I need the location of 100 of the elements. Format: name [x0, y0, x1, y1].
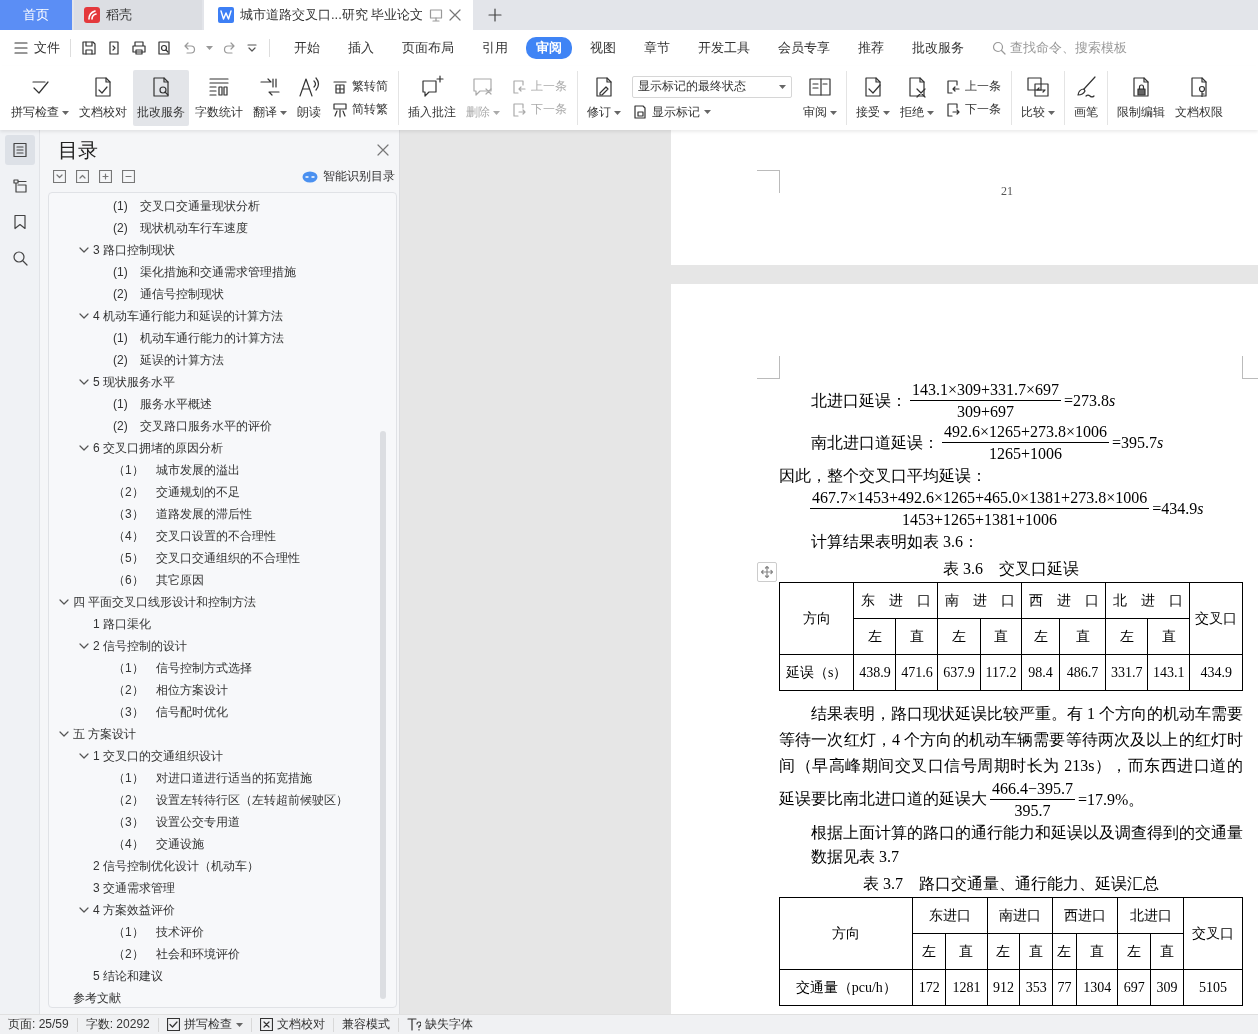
- ribbon-button[interactable]: 繁转简: [332, 78, 388, 95]
- ribbon-button[interactable]: 修订: [583, 70, 625, 126]
- print-icon[interactable]: [131, 40, 147, 56]
- save-icon[interactable]: [81, 40, 97, 56]
- menu-tab[interactable]: 开发工具: [688, 37, 760, 59]
- ribbon-button[interactable]: 下一条: [945, 101, 1001, 118]
- smart-toc-button[interactable]: 智能识别目录: [302, 168, 395, 185]
- menu-tab[interactable]: 推荐: [848, 37, 894, 59]
- ribbon-button[interactable]: 限制编辑: [1113, 70, 1169, 126]
- toc-entry[interactable]: 2 信号控制优化设计（机动车）: [93, 857, 259, 875]
- toc-entry[interactable]: (2) 现状机动车行车速度: [113, 219, 248, 237]
- toc-entry[interactable]: 四 平面交叉口线形设计和控制方法: [73, 593, 257, 611]
- status-item[interactable]: 拼写检查: [158, 1017, 252, 1032]
- print-preview-icon[interactable]: [156, 40, 172, 56]
- toc-entry[interactable]: 1 交叉口的交通组织设计: [93, 747, 223, 765]
- toc-entry[interactable]: (2) 通信号控制现状: [113, 285, 224, 303]
- ribbon-button[interactable]: 翻译: [249, 70, 291, 126]
- document-tab[interactable]: 稻壳: [74, 0, 202, 30]
- chevron-down-icon[interactable]: [79, 753, 89, 759]
- toc-entry[interactable]: 4 方案效益评价: [93, 901, 175, 919]
- table-move-handle[interactable]: [757, 562, 777, 582]
- toc-entry[interactable]: （3） 道路发展的滞后性: [113, 505, 252, 523]
- ribbon-button[interactable]: 文档校对: [75, 70, 131, 126]
- toc-entry[interactable]: 4 机动车通行能力和延误的计算方法: [93, 307, 283, 325]
- menu-tab[interactable]: 开始: [284, 37, 330, 59]
- toc-entry[interactable]: （3） 设置公交专用道: [113, 813, 240, 831]
- more-icon[interactable]: [247, 44, 257, 52]
- status-item[interactable]: 文档校对: [251, 1017, 334, 1032]
- toc-entry[interactable]: （4） 交叉口设置的不合理性: [113, 527, 276, 545]
- toc-entry[interactable]: 1 路口渠化: [93, 615, 151, 633]
- ribbon-button[interactable]: 批改服务: [133, 70, 189, 126]
- toc-entry[interactable]: 5 现状服务水平: [93, 373, 175, 391]
- chevron-down-icon[interactable]: [79, 907, 89, 913]
- menu-tab[interactable]: 页面布局: [392, 37, 464, 59]
- export-icon[interactable]: [106, 40, 122, 56]
- plus-icon[interactable]: [99, 170, 112, 183]
- ribbon-button[interactable]: 朗读: [293, 70, 325, 126]
- menu-tab[interactable]: 会员专享: [768, 37, 840, 59]
- ribbon-button[interactable]: 字数统计: [191, 70, 247, 126]
- ribbon-button[interactable]: 拼写检查: [7, 70, 73, 126]
- ribbon-button[interactable]: 拒绝: [896, 70, 938, 126]
- toc-entry[interactable]: （5） 交叉口交通组织的不合理性: [113, 549, 300, 567]
- minus-icon[interactable]: [122, 170, 135, 183]
- menu-tab[interactable]: 批改服务: [902, 37, 974, 59]
- chevron-down-icon[interactable]: [79, 247, 89, 253]
- ribbon-button[interactable]: 简转繁: [332, 101, 388, 118]
- close-icon[interactable]: [377, 144, 389, 156]
- toc-entry[interactable]: 五 方案设计: [73, 725, 137, 743]
- file-menu[interactable]: 文件: [34, 39, 60, 57]
- toc-entry[interactable]: 3 路口控制现状: [93, 241, 175, 259]
- menu-tab[interactable]: 视图: [580, 37, 626, 59]
- menu-tab[interactable]: 审阅: [526, 37, 572, 59]
- chevron-down-icon[interactable]: [59, 731, 69, 737]
- ribbon-button[interactable]: 显示标记: [632, 103, 792, 121]
- chevron-down-icon[interactable]: [79, 643, 89, 649]
- toc-entry[interactable]: 参考文献: [73, 989, 121, 1007]
- toc-entry[interactable]: （6） 其它原因: [113, 571, 204, 589]
- chevron-down-icon[interactable]: [79, 379, 89, 385]
- ribbon-button[interactable]: 审阅: [799, 70, 841, 126]
- chevron-up-icon[interactable]: [76, 170, 89, 183]
- toc-entry[interactable]: 5 结论和建议: [93, 967, 163, 985]
- menu-tab[interactable]: 插入: [338, 37, 384, 59]
- add-tab-icon[interactable]: [487, 7, 504, 23]
- ribbon-button[interactable]: 插入批注: [404, 70, 460, 126]
- chevron-down-icon[interactable]: [53, 170, 66, 183]
- toc-entry[interactable]: (1) 渠化措施和交通需求管理措施: [113, 263, 296, 281]
- scrollbar[interactable]: [380, 431, 386, 999]
- toc-entry[interactable]: （4） 交通设施: [113, 835, 204, 853]
- ribbon-button[interactable]: 文档权限: [1171, 70, 1227, 126]
- menu-tab[interactable]: 章节: [634, 37, 680, 59]
- toc-entry[interactable]: （2） 交通规划的不足: [113, 483, 240, 501]
- toc-entry[interactable]: （1） 对进口道进行适当的拓宽措施: [113, 769, 312, 787]
- toc-entry[interactable]: 2 信号控制的设计: [93, 637, 187, 655]
- toc-entry[interactable]: （2） 相位方案设计: [113, 681, 228, 699]
- status-item[interactable]: 缺失字体: [398, 1017, 481, 1032]
- toc-entry[interactable]: (2) 交叉路口服务水平的评价: [113, 417, 272, 435]
- markup-dropdown[interactable]: 显示标记的最终状态: [632, 75, 792, 98]
- toc-entry[interactable]: （1） 技术评价: [113, 923, 204, 941]
- toc-entry[interactable]: (2) 延误的计算方法: [113, 351, 224, 369]
- toc-entry[interactable]: （1） 城市发展的溢出: [113, 461, 240, 479]
- menu-tab[interactable]: 引用: [472, 37, 518, 59]
- toc-entry[interactable]: 3 交通需求管理: [93, 879, 175, 897]
- ribbon-button[interactable]: 上一条: [945, 78, 1001, 95]
- document-tab[interactable]: 城市道路交叉口...研究 毕业论文: [204, 0, 474, 30]
- chevron-down-icon[interactable]: [79, 445, 89, 451]
- toc-entry[interactable]: (1) 交叉口交通量现状分析: [113, 197, 260, 215]
- toc-entry[interactable]: （3） 信号配时优化: [113, 703, 228, 721]
- toc-entry[interactable]: (1) 机动车通行能力的计算方法: [113, 329, 284, 347]
- chevron-down-icon[interactable]: [59, 599, 69, 605]
- toc-entry[interactable]: (1) 服务水平概述: [113, 395, 212, 413]
- ribbon-button[interactable]: 画笔: [1070, 70, 1102, 126]
- toc-entry[interactable]: （2） 社会和环境评价: [113, 945, 240, 963]
- sidebar-tab[interactable]: [4, 135, 35, 165]
- close-icon[interactable]: [449, 9, 462, 21]
- toc-entry[interactable]: 6 交叉口拥堵的原因分析: [93, 439, 223, 457]
- ribbon-button[interactable]: 接受: [852, 70, 894, 126]
- chevron-down-icon[interactable]: [79, 313, 89, 319]
- toc-entry[interactable]: （2） 设置左转待行区（左转超前候驶区）: [113, 791, 348, 809]
- toc-entry[interactable]: （1） 信号控制方式选择: [113, 659, 252, 677]
- menu-icon[interactable]: [14, 42, 28, 54]
